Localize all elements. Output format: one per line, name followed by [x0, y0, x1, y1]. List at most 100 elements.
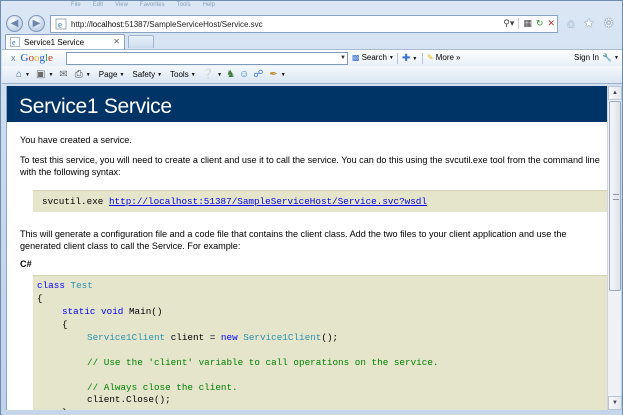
google-toolbar-close-icon[interactable]: x: [11, 53, 16, 63]
google-signin-label: Sign In: [574, 53, 599, 62]
divider: [422, 53, 423, 64]
ie-page-icon: e: [55, 18, 67, 30]
address-bar[interactable]: e http://localhost:51387/SampleServiceHo…: [50, 15, 558, 33]
chevron-down-icon: ▼: [190, 71, 196, 78]
google-logo-letter: e: [48, 52, 53, 64]
menu-favorites[interactable]: Favorites: [140, 2, 165, 10]
menu-bar: File Edit View Favorites Tools Help: [71, 2, 215, 10]
divider: [397, 53, 398, 64]
address-url[interactable]: http://localhost:51387/SampleServiceHost…: [71, 20, 263, 29]
menu-view[interactable]: View: [115, 2, 128, 10]
menu-file[interactable]: File: [71, 2, 81, 10]
chevron-down-icon: ▼: [48, 71, 54, 78]
help-button[interactable]: ❔ ▼: [202, 69, 222, 80]
feeds-icon: ▣: [36, 69, 46, 80]
url-prefix: http://: [71, 19, 92, 29]
feeds-button[interactable]: ▣ ▼: [36, 69, 53, 80]
translate-icon: ☍: [253, 69, 264, 80]
menu-tools[interactable]: Tools: [177, 2, 191, 10]
code-keyword: static void: [62, 306, 124, 317]
page-menu-label: Page: [98, 70, 118, 79]
chevron-down-icon: ▼: [157, 71, 163, 78]
page-content: Service1 Service You have created a serv…: [6, 86, 607, 410]
new-tab-button[interactable]: [128, 35, 154, 48]
code-comment: // Always close the client.: [87, 382, 238, 393]
forward-button[interactable]: ▶: [28, 15, 45, 32]
command-bar: ⌂ ▼ ▣ ▼ ✉ ⎙ ▼ Page ▼ Safety ▼ Tools ▼ ❔ ▼ ♞ ☺ ☍…: [2, 66, 622, 84]
code-keyword: class: [37, 280, 65, 291]
code-comment: // Use the 'client' variable to call ope…: [87, 357, 439, 368]
code-text: Main(): [123, 306, 163, 317]
research-icon: ♞: [226, 69, 236, 80]
wsdl-link[interactable]: http://localhost:51387/SampleServiceHost…: [109, 196, 427, 207]
google-search-button[interactable]: ▩ Search ▼: [352, 53, 394, 62]
compatibility-view-icon[interactable]: ▦: [523, 18, 532, 29]
google-more-button[interactable]: ✎ More»: [427, 53, 460, 62]
ie-tab-icon: e: [10, 37, 20, 47]
scrollbar-thumb[interactable]: [609, 101, 621, 291]
chevron-down-icon[interactable]: ▼: [340, 55, 346, 61]
google-search-input[interactable]: ▼: [66, 52, 348, 65]
chevron-down-icon: ▼: [25, 71, 30, 78]
code-type: Service1Client: [87, 332, 166, 343]
generate-text: This will generate a configuration file …: [20, 229, 567, 251]
google-logo: Google: [21, 52, 53, 64]
gear-icon[interactable]: ⚙: [603, 16, 614, 30]
tools-menu-label: Tools: [170, 70, 189, 79]
google-signin-button[interactable]: Sign In: [574, 53, 599, 62]
svcutil-command: svcutil.exe http://localhost:51387/Sampl…: [42, 196, 427, 207]
home-icon[interactable]: ⌂: [567, 16, 574, 30]
favorites-star-icon[interactable]: ★: [583, 16, 594, 30]
developer-tools-button[interactable]: ✒ ▼: [269, 69, 285, 80]
safety-menu-label: Safety: [132, 70, 156, 79]
translate-button[interactable]: ☍: [253, 69, 264, 80]
csharp-label: C#: [20, 259, 32, 269]
code-line: static void Main(): [62, 306, 162, 317]
url-host: localhost: [91, 19, 123, 29]
research-button[interactable]: ♞: [226, 69, 236, 80]
code-type: Test: [70, 280, 93, 291]
tab-service1[interactable]: e Service1 Service ✕: [5, 34, 125, 49]
home-icon: ⌂: [16, 69, 23, 80]
status-strip: [2, 410, 622, 415]
browser-right-icons: ⌂ ★ ⚙: [567, 16, 614, 30]
svcutil-cmd-text: svcutil.exe: [42, 196, 109, 207]
csharp-code-block: class Test { static void Main() { Servic…: [33, 275, 607, 410]
mail-button[interactable]: ✉: [59, 69, 68, 80]
search-dropdown-icon[interactable]: ⚲▾: [503, 18, 514, 29]
svcutil-code-block: svcutil.exe http://localhost:51387/Sampl…: [33, 190, 607, 212]
help-icon: ❔: [201, 69, 215, 80]
vertical-scrollbar[interactable]: ▲ ▼: [607, 86, 622, 410]
intro-text: You have created a service.: [20, 135, 132, 145]
tools-menu-button[interactable]: Tools ▼: [170, 70, 196, 79]
google-more-label: More: [435, 53, 454, 62]
messenger-button[interactable]: ☺: [239, 69, 250, 80]
plus-icon: ✚: [402, 53, 411, 64]
tab-close-icon[interactable]: ✕: [113, 37, 120, 46]
home-button[interactable]: ⌂ ▼: [16, 69, 30, 80]
back-arrow-icon: ◀: [10, 18, 19, 29]
wrench-icon[interactable]: 🔧 ▼: [602, 53, 619, 62]
chevron-down-icon: ▼: [280, 71, 286, 78]
double-chevron-icon: »: [455, 53, 461, 62]
menu-edit[interactable]: Edit: [93, 2, 103, 10]
menu-help[interactable]: Help: [203, 2, 215, 10]
google-plus-button[interactable]: ✚ ▼: [402, 53, 417, 64]
back-button[interactable]: ◀: [6, 15, 23, 32]
print-button[interactable]: ⎙ ▼: [75, 69, 91, 80]
chevron-down-icon: ▼: [119, 71, 125, 78]
code-line: Service1Client client = new Service1Clie…: [87, 332, 338, 343]
page-title: Service1 Service: [19, 95, 172, 118]
safety-menu-button[interactable]: Safety ▼: [132, 70, 162, 79]
code-line: {: [62, 319, 68, 330]
scroll-down-icon[interactable]: ▼: [608, 396, 622, 410]
page-menu-button[interactable]: Page ▼: [99, 70, 125, 79]
stop-icon[interactable]: ✕: [547, 18, 555, 29]
google-search-label: Search: [361, 53, 387, 62]
refresh-icon[interactable]: ↻: [536, 18, 544, 29]
code-text: client =: [165, 332, 221, 343]
scroll-up-icon[interactable]: ▲: [608, 86, 622, 100]
instructions-text: To test this service, you will need to c…: [20, 155, 600, 177]
forward-arrow-icon: ▶: [32, 18, 41, 29]
chevron-down-icon: ▼: [388, 54, 394, 61]
